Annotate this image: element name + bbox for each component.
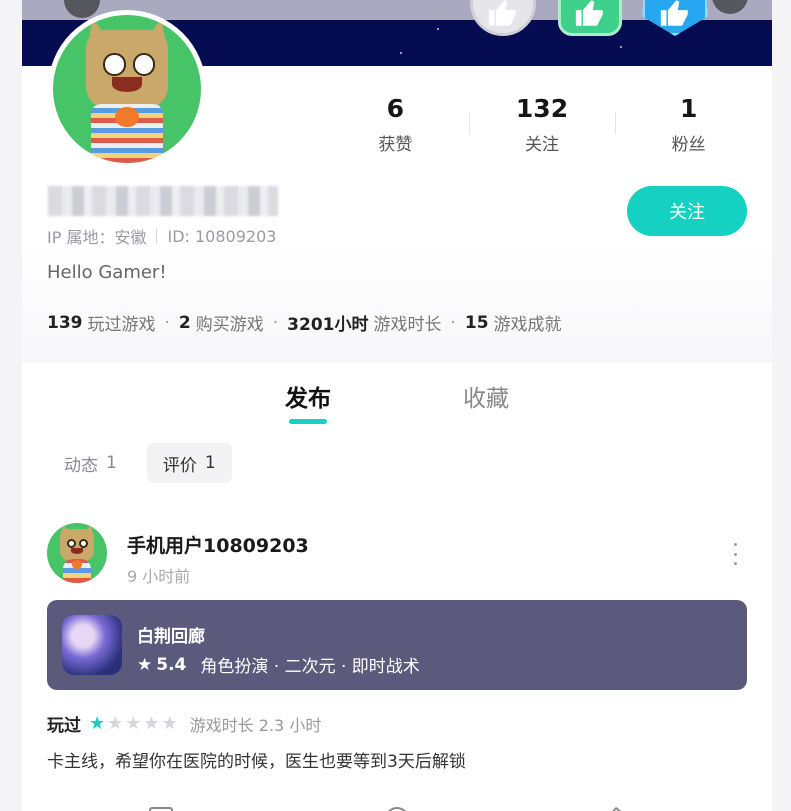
active-tab-indicator: [289, 419, 327, 424]
thumbs-up-icon: [575, 0, 603, 26]
review-text: 卡主线，希望你在医院的时候，医生也要等到3天后解锁: [47, 752, 466, 772]
games-bought-count: 2: [178, 312, 191, 333]
sub-tabs: 动态 1 评价 1: [48, 443, 232, 483]
subtab-reviews[interactable]: 评价 1: [146, 443, 232, 483]
game-summary: 139 玩过游戏 · 2 购买游戏 · 3201小时 游戏时长 · 15 游戏成…: [47, 310, 562, 336]
tab-posts[interactable]: 发布: [285, 379, 331, 413]
tab-favorites[interactable]: 收藏: [463, 379, 509, 413]
subtab-label: 评价: [162, 455, 197, 476]
post-actions: [47, 801, 747, 811]
thumbs-up-badge-green[interactable]: [558, 0, 622, 36]
subtab-moments[interactable]: 动态 1: [48, 443, 133, 483]
avatar[interactable]: [48, 10, 206, 168]
subtab-count: 1: [204, 453, 216, 473]
stat-value: 1: [679, 94, 698, 123]
divider: [156, 229, 158, 243]
games-bought-label: 购买游戏: [195, 315, 264, 335]
page-right-margin: [772, 0, 791, 811]
star-icon-empty: ★: [107, 712, 124, 734]
game-card[interactable]: 白荆回廊 ★ 5.4 角色扮演 · 二次元 · 即时战术: [47, 600, 747, 690]
bio-text: Hello Gamer!: [47, 262, 167, 283]
comment-icon[interactable]: [385, 807, 409, 811]
achievements-label: 游戏成就: [493, 315, 562, 335]
ip-location: IP 属地：安徽: [47, 228, 147, 247]
stat-label: 粉丝: [671, 135, 706, 155]
game-tags: 角色扮演 · 二次元 · 即时战术: [200, 657, 420, 677]
thumbs-up-badge-blue[interactable]: [642, 0, 708, 36]
post-timestamp: 9 小时前: [127, 567, 191, 586]
cat-avatar-image: [53, 15, 201, 163]
rating-row: 玩过 ★ ★ ★ ★ ★ 游戏时长 2.3 小时: [47, 711, 321, 736]
user-id: ID: 10809203: [167, 226, 277, 246]
username-blurred: [48, 186, 278, 216]
star-icon-filled: ★: [89, 712, 106, 734]
back-button[interactable]: [64, 0, 100, 18]
play-duration: 游戏时长 2.3 小时: [189, 715, 322, 735]
stat-value: 132: [515, 94, 569, 123]
game-cover-image: [62, 615, 122, 675]
cat-avatar-image: [47, 523, 107, 583]
game-title: 白荆回廊: [137, 627, 205, 647]
achievements-count: 15: [464, 312, 489, 333]
game-meta: ★ 5.4 角色扮演 · 二次元 · 即时战术: [137, 652, 420, 678]
subtab-count: 1: [106, 453, 117, 473]
share-button[interactable]: [712, 0, 748, 14]
star-icon-empty: ★: [125, 712, 142, 734]
page-left-margin: [0, 0, 22, 811]
played-tag: 玩过: [47, 716, 81, 736]
profile-stats: 6 获赞 132 关注 1 粉丝: [322, 92, 762, 155]
play-hours-count: 3201小时: [287, 315, 369, 335]
stat-value: 6: [386, 94, 405, 123]
star-icon: ★: [137, 654, 153, 675]
star-rating: ★ ★ ★ ★ ★: [89, 712, 178, 734]
post-username[interactable]: 手机用户10809203: [127, 531, 309, 558]
stat-label: 获赞: [378, 135, 413, 155]
like-icon[interactable]: [600, 806, 624, 811]
game-score: 5.4: [156, 654, 187, 675]
post-avatar[interactable]: [47, 523, 107, 583]
play-hours-label: 游戏时长: [373, 315, 442, 335]
stat-followers[interactable]: 1 粉丝: [615, 92, 762, 155]
thumbs-up-icon: [488, 0, 516, 26]
content-panel: 发布 收藏 动态 1 评价 1 手机用户10809203 9 小时前 白荆回廊 …: [22, 363, 772, 811]
more-options-icon[interactable]: [727, 543, 743, 565]
games-played-label: 玩过游戏: [87, 315, 156, 335]
subtab-label: 动态: [64, 455, 98, 476]
ip-id-line: IP 属地：安徽 ID: 10809203: [47, 224, 276, 248]
stat-likes[interactable]: 6 获赞: [322, 92, 469, 155]
main-tabs: 发布 收藏: [22, 379, 772, 429]
games-played-count: 139: [47, 312, 83, 333]
stat-following[interactable]: 132 关注: [468, 92, 616, 155]
star-icon-empty: ★: [143, 712, 160, 734]
profile-card: 6 获赞 132 关注 1 粉丝 关注 IP 属地：安徽 ID: 1080920…: [22, 10, 772, 363]
follow-button[interactable]: 关注: [627, 186, 747, 236]
share-icon[interactable]: [149, 807, 173, 811]
thumbs-up-icon: [660, 0, 688, 26]
thumbs-up-badge-silver[interactable]: [470, 0, 536, 36]
stat-label: 关注: [525, 135, 559, 155]
star-icon-empty: ★: [161, 712, 178, 734]
